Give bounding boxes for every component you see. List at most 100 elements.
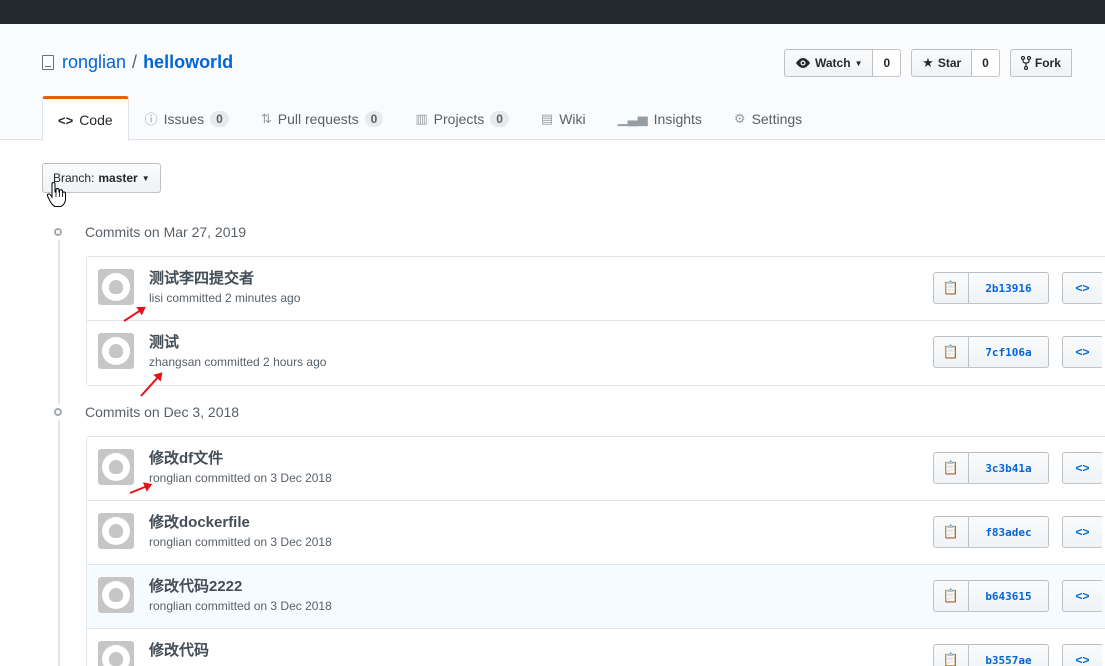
commit-sha-link[interactable]: 3c3b41a [969,452,1049,484]
code-icon: <> [1075,525,1090,539]
group-date-label: Commits on Mar 27, 2019 [85,224,247,240]
commit-actions: 📋 f83adec <> [933,516,1102,548]
commit-actions: 📋 b643615 <> [933,580,1102,612]
avatar[interactable] [98,641,134,666]
copy-sha-button[interactable]: 📋 [933,452,969,484]
watch-label: Watch [815,56,851,70]
commit-sha-link[interactable]: 7cf106a [969,336,1049,368]
commit-title-link[interactable]: 修改df文件 [149,447,223,468]
issues-counter: 0 [210,110,229,127]
commit-row: 测试 zhangsan committed 2 hours ago 📋 7cf1… [87,321,1105,385]
star-label: Star [937,56,962,70]
copy-sha-button[interactable]: 📋 [933,336,969,368]
browse-code-button[interactable]: <> [1062,452,1102,484]
avatar[interactable] [98,333,134,369]
copy-sha-button[interactable]: 📋 [933,580,969,612]
clipboard-icon: 📋 [942,280,960,295]
book-icon: ▤ [540,110,554,126]
caret-down-icon: ▼ [141,173,150,183]
commit-actions: 📋 2b13916 <> [933,272,1102,304]
avatar[interactable] [98,513,134,549]
tab-issues[interactable]: ⓘ Issues 0 [129,96,245,140]
commit-sha-link[interactable]: b3557ae [969,644,1049,666]
fork-label: Fork [1034,56,1061,70]
issue-icon: ⓘ [144,112,158,127]
commit-row: 修改df文件 ronglian committed on 3 Dec 2018 … [87,437,1105,501]
browse-code-button[interactable]: <> [1062,580,1102,612]
tab-label: Insights [653,110,702,127]
commit-group-heading: Commits on Mar 27, 2019 [50,224,246,240]
tab-settings[interactable]: ⚙ Settings [718,96,818,140]
repo-separator: / [132,52,138,72]
tab-label: Issues [163,110,205,127]
tab-insights[interactable]: ▁▃▅ Insights [602,96,718,140]
fork-group: Fork [1009,49,1072,77]
commit-sha-link[interactable]: b643615 [969,580,1049,612]
browse-code-button[interactable]: <> [1062,272,1102,304]
code-icon: <> [1075,281,1090,295]
commit-title-link[interactable]: 测试 [149,331,179,352]
graph-icon: ▁▃▅ [617,110,648,126]
tab-label: Settings [751,110,803,127]
copy-sha-button[interactable]: 📋 [933,516,969,548]
commit-meta: lisi committed 2 minutes ago [149,291,301,305]
copy-sha-button[interactable]: 📋 [933,644,969,666]
watch-count[interactable]: 0 [873,49,902,77]
commit-title-link[interactable]: 修改代码2222 [149,575,242,596]
commit-meta: ronglian committed on 3 Dec 2018 [149,471,332,485]
tab-code[interactable]: <> Code [42,96,129,141]
commit-title-link[interactable]: 修改代码 [149,639,209,660]
commit-meta: ronglian committed on 3 Dec 2018 [149,535,332,549]
copy-sha-button[interactable]: 📋 [933,272,969,304]
commit-sha-link[interactable]: 2b13916 [969,272,1049,304]
tab-wiki[interactable]: ▤ Wiki [525,96,602,140]
commit-title-link[interactable]: 测试李四提交者 [149,267,254,288]
pull-requests-counter: 0 [364,110,384,127]
star-button[interactable]: ★ Star [911,49,973,77]
tab-label: Code [79,112,113,128]
commit-sha-link[interactable]: f83adec [969,516,1049,548]
avatar[interactable] [98,449,134,485]
eye-icon [796,58,810,68]
fork-icon [1020,56,1031,70]
avatar[interactable] [98,577,134,613]
star-count[interactable]: 0 [972,49,1000,77]
repo-name-link[interactable]: helloworld [143,52,233,73]
timeline-line [58,232,60,666]
fork-button[interactable]: Fork [1009,49,1072,77]
code-icon: <> [1075,589,1090,603]
commit-meta: ronglian committed on 3 Dec 2018 [149,599,332,613]
browse-code-button[interactable]: <> [1062,516,1102,548]
code-icon: <> [1075,461,1090,475]
avatar[interactable] [98,269,134,305]
commit-list: 测试李四提交者 lisi committed 2 minutes ago 📋 2… [86,256,1105,386]
project-icon: ▥ [415,110,428,126]
tab-label: Pull requests [277,110,359,127]
commit-meta: zhangsan committed 2 hours ago [149,355,327,369]
commit-actions: 📋 7cf106a <> [933,336,1102,368]
repo-owner-link[interactable]: ronglian [62,52,126,73]
commit-title-link[interactable]: 修改dockerfile [149,511,250,532]
browse-code-button[interactable]: <> [1062,336,1102,368]
browse-code-button[interactable]: <> [1062,644,1102,666]
repo-nav: <> Code ⓘ Issues 0 ⇅ Pull requests 0 ▥ P… [42,96,818,141]
watch-button[interactable]: Watch ▼ [784,49,874,77]
repo-icon [42,55,54,70]
commit-group-heading: Commits on Dec 3, 2018 [50,404,239,420]
commit-dot-icon [50,404,66,420]
caret-down-icon: ▼ [854,58,863,68]
clipboard-icon: 📋 [942,344,960,359]
watch-group: Watch ▼ 0 [784,49,902,77]
code-icon: <> [58,112,74,128]
tab-projects[interactable]: ▥ Projects 0 [399,96,525,140]
clipboard-icon: 📋 [942,460,960,475]
repo-header: ronglian / helloworld Watch ▼ 0 ★ Star 0… [0,24,1105,141]
group-date-label: Commits on Dec 3, 2018 [85,404,240,420]
commit-dot-icon [50,224,66,240]
commit-actions: 📋 3c3b41a <> [933,452,1102,484]
star-group: ★ Star 0 [911,49,1000,77]
star-icon: ★ [922,55,934,70]
gear-icon: ⚙ [733,110,746,126]
commit-row: 测试李四提交者 lisi committed 2 minutes ago 📋 2… [87,257,1105,321]
tab-pull-requests[interactable]: ⇅ Pull requests 0 [245,96,400,140]
